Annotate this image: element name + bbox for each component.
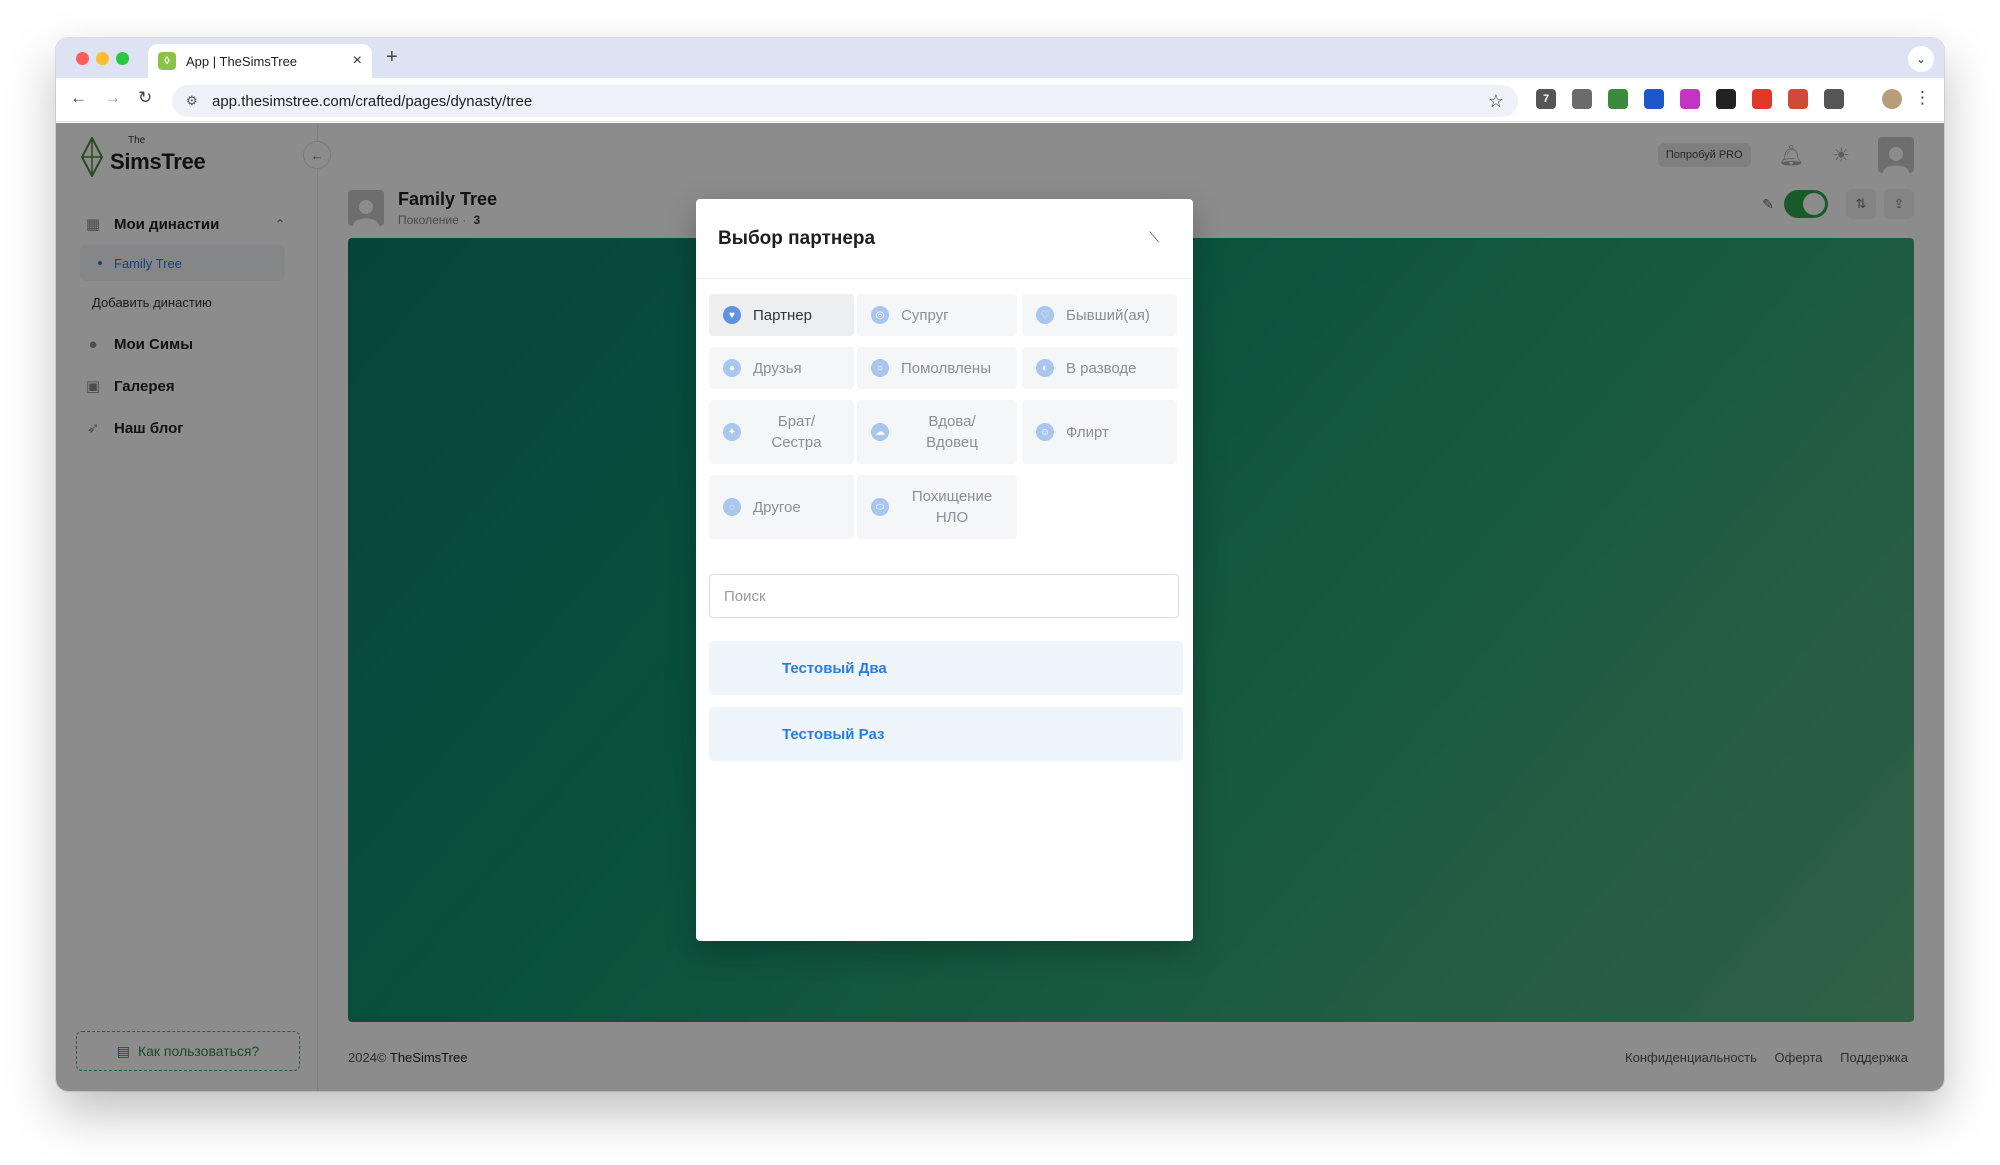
relation-other-button[interactable]: ◌ Другое bbox=[709, 475, 854, 539]
relation-flirt-button[interactable]: ☺ Флирт bbox=[1022, 400, 1177, 464]
relation-ex-button[interactable]: ♡ Бывший(ая) bbox=[1022, 294, 1177, 336]
rings-icon: ◎ bbox=[871, 306, 889, 324]
modal-title: Выбор партнера bbox=[718, 227, 876, 249]
blue-extension-icon[interactable] bbox=[1644, 89, 1664, 109]
ring-icon: ○ bbox=[871, 359, 889, 377]
close-icon[interactable]: ⟍ bbox=[1149, 229, 1159, 246]
widow-icon: ☁ bbox=[871, 423, 889, 441]
relation-sibling-button[interactable]: ✦ Брат/ Сестра bbox=[709, 400, 854, 464]
partner-result-item[interactable]: Тестовый Два bbox=[709, 641, 1183, 695]
bookmark-star-icon[interactable]: ☆ bbox=[1488, 91, 1504, 112]
notion-extension-icon[interactable] bbox=[1716, 89, 1736, 109]
puzzle-extension-icon[interactable] bbox=[1824, 89, 1844, 109]
gmail-extension-icon[interactable]: 7 bbox=[1536, 89, 1556, 109]
tab-search-chevron-icon[interactable]: ⌄ bbox=[1908, 46, 1934, 72]
forward-arrow-icon[interactable]: → bbox=[104, 88, 121, 108]
new-tab-icon[interactable]: + bbox=[386, 46, 398, 69]
url-text[interactable]: app.thesimstree.com/crafted/pages/dynast… bbox=[212, 93, 1488, 110]
friends-icon: ● bbox=[723, 359, 741, 377]
minimize-window-button[interactable] bbox=[96, 52, 109, 65]
broken-heart-icon: ♡ bbox=[1036, 306, 1054, 324]
relation-engaged-button[interactable]: ○ Помолвлены bbox=[857, 347, 1017, 389]
relation-ufo-button[interactable]: ⬭ Похищение НЛО bbox=[857, 475, 1017, 539]
maximize-window-button[interactable] bbox=[116, 52, 129, 65]
close-window-button[interactable] bbox=[76, 52, 89, 65]
browser-tabbar: ◊ App | TheSimsTree × + ⌄ bbox=[56, 38, 1944, 78]
relation-spouse-button[interactable]: ◎ Супруг bbox=[857, 294, 1017, 336]
divorce-icon: ◐ bbox=[1036, 359, 1054, 377]
flirt-icon: ☺ bbox=[1036, 423, 1054, 441]
relation-widow-button[interactable]: ☁ Вдова/ Вдовец bbox=[857, 400, 1017, 464]
pink-extension-icon[interactable] bbox=[1680, 89, 1700, 109]
partner-select-modal: Выбор партнера ⟍ ♥ Партнер ◎ Супруг ♡ Бы… bbox=[696, 199, 1193, 941]
favicon-icon: ◊ bbox=[158, 52, 176, 70]
green-extension-icon[interactable] bbox=[1608, 89, 1628, 109]
red-extension-icon[interactable] bbox=[1752, 89, 1772, 109]
browser-toolbar: ← → ↻ ⚙ app.thesimstree.com/crafted/page… bbox=[56, 78, 1944, 122]
relation-friends-button[interactable]: ● Друзья bbox=[709, 347, 854, 389]
other-icon: ◌ bbox=[723, 498, 741, 516]
tab-close-icon[interactable]: × bbox=[353, 52, 362, 70]
siblings-icon: ✦ bbox=[723, 423, 741, 441]
profile-avatar-icon[interactable] bbox=[1882, 89, 1902, 109]
site-settings-icon[interactable]: ⚙ bbox=[186, 93, 206, 109]
back-arrow-icon[interactable]: ← bbox=[70, 88, 87, 108]
tab-title: App | TheSimsTree bbox=[186, 53, 298, 69]
reload-icon[interactable]: ↻ bbox=[138, 88, 152, 108]
cast-extension-icon[interactable] bbox=[1788, 89, 1808, 109]
address-bar[interactable]: ⚙ app.thesimstree.com/crafted/pages/dyna… bbox=[172, 85, 1518, 117]
diamond-extension-icon[interactable] bbox=[1572, 89, 1592, 109]
partner-result-item[interactable]: Тестовый Раз bbox=[709, 707, 1183, 761]
search-input[interactable] bbox=[709, 574, 1179, 618]
browser-menu-icon[interactable]: ⋮ bbox=[1914, 88, 1931, 108]
relation-divorced-button[interactable]: ◐ В разводе bbox=[1022, 347, 1177, 389]
heart-icon: ♥ bbox=[723, 306, 741, 324]
browser-tab-active[interactable]: ◊ App | TheSimsTree × bbox=[148, 44, 372, 78]
modal-header: Выбор партнера ⟍ bbox=[696, 199, 1193, 279]
ufo-icon: ⬭ bbox=[871, 498, 889, 516]
relation-partner-button[interactable]: ♥ Партнер bbox=[709, 294, 854, 336]
